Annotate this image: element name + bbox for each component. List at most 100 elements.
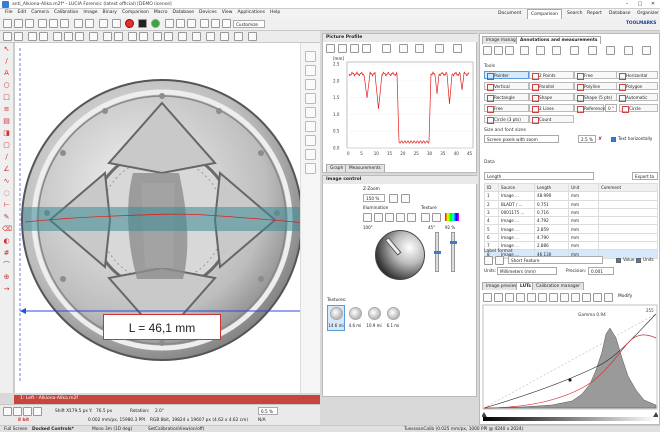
reference-angle-input[interactable]: 0 °	[605, 104, 617, 112]
tab-graph[interactable]: Graph	[326, 164, 348, 172]
circle-tool-icon[interactable]: ○	[2, 81, 11, 90]
tab-measurements[interactable]: Measurements	[345, 164, 385, 172]
filter-tool-icon[interactable]: ◨	[2, 129, 11, 138]
tool-2-lines[interactable]: 2 Lines	[529, 104, 574, 113]
brush-tool-icon[interactable]: ✎	[2, 213, 11, 222]
open-icon[interactable]	[14, 19, 23, 28]
arrow-icon[interactable]	[3, 32, 12, 41]
profile-tool-7-icon[interactable]	[415, 44, 424, 53]
menu-edit[interactable]: Edit	[18, 9, 27, 17]
light-5-icon[interactable]	[407, 213, 416, 222]
menu-calibration[interactable]: Calibration	[54, 9, 78, 17]
tool-shape[interactable]: Shape	[529, 93, 574, 102]
texture-2-icon[interactable]	[432, 213, 441, 222]
compare-icon[interactable]	[211, 19, 220, 28]
menu-database[interactable]: Database	[173, 9, 194, 17]
shift-y-value[interactable]: 76.5 px	[96, 409, 112, 414]
lut-tool-5-icon[interactable]	[527, 293, 536, 302]
tool-parallel[interactable]: Parallel	[529, 82, 574, 91]
tool-reference[interactable]: Reference	[574, 104, 605, 113]
modify-button[interactable]: Modify	[618, 294, 632, 299]
redo-icon[interactable]	[85, 19, 94, 28]
crop-icon[interactable]	[192, 32, 201, 41]
tab-organizer[interactable]: Organizer	[634, 9, 660, 19]
texture-1-icon[interactable]	[421, 213, 430, 222]
paste-icon[interactable]	[60, 19, 69, 28]
customize-dropdown[interactable]: Customize	[233, 20, 265, 28]
tool-shape-5pts[interactable]: Shape (5 pts)	[574, 93, 619, 102]
profile-icon[interactable]	[305, 135, 316, 146]
image-viewport[interactable]: L = 46,1 mm	[14, 43, 320, 393]
undo-icon[interactable]	[74, 19, 83, 28]
label-size-icon[interactable]	[495, 256, 504, 265]
light-3-icon[interactable]	[385, 213, 394, 222]
lut-tool-2-icon[interactable]	[494, 293, 503, 302]
menu-help[interactable]: Help	[270, 9, 280, 17]
settings-icon[interactable]	[178, 32, 187, 41]
curve-tool-icon[interactable]: ∿	[2, 177, 11, 186]
lut-tool-9-icon[interactable]	[571, 293, 580, 302]
tab-calibration-manager[interactable]: Calibration manager	[532, 282, 585, 290]
minimize-button[interactable]: –	[622, 1, 632, 8]
texture-4-icon[interactable]	[387, 307, 400, 320]
record-icon[interactable]	[125, 19, 134, 28]
tab-database[interactable]: Database	[606, 9, 633, 19]
menu-comparison[interactable]: Comparison	[122, 9, 149, 17]
snapshot-icon[interactable]	[248, 32, 257, 41]
overlay-icon[interactable]	[114, 32, 123, 41]
tool-free[interactable]: Free	[574, 71, 619, 80]
text-tool-icon[interactable]	[234, 32, 243, 41]
frame-tool-icon[interactable]: ▢	[2, 141, 11, 150]
status-icon-4[interactable]	[33, 407, 42, 416]
angle-tool-icon[interactable]: ∠	[2, 165, 11, 174]
lut-tool-8-icon[interactable]	[560, 293, 569, 302]
table-row[interactable]: 3 0001175 ... 0.716 mm	[484, 207, 658, 218]
texture-3-icon[interactable]	[368, 307, 381, 320]
profile-tool-2-icon[interactable]	[338, 44, 347, 53]
tab-document[interactable]: Document	[495, 9, 524, 19]
maximize-button[interactable]: □	[635, 1, 645, 8]
zoom-in-icon[interactable]	[28, 32, 37, 41]
label-pen-icon[interactable]	[484, 256, 493, 265]
color-palette-icon[interactable]	[445, 213, 459, 221]
arrow-tool-icon[interactable]: →	[2, 285, 11, 294]
col-id[interactable]: ID	[484, 182, 499, 193]
docked-controls-button[interactable]: Docked Controls*	[32, 427, 74, 432]
elevation-slider[interactable]	[434, 232, 441, 272]
ann-tool-9-icon[interactable]	[606, 46, 615, 55]
menu-file[interactable]: File	[5, 9, 13, 17]
copy-icon[interactable]	[49, 19, 58, 28]
ann-tool-10-icon[interactable]	[624, 46, 633, 55]
col-comment[interactable]: Comment	[598, 182, 658, 193]
fullscreen-button[interactable]: Full Screen	[4, 427, 28, 432]
polyline-tool-icon[interactable]: ⌒	[2, 261, 11, 270]
pan-icon[interactable]	[305, 79, 316, 90]
line-tool-icon[interactable]: ∕	[2, 153, 11, 162]
text-horiz-checkbox[interactable]	[611, 137, 616, 142]
font-icon[interactable]: ✘	[598, 136, 602, 142]
lut-tool-4-icon[interactable]	[516, 293, 525, 302]
measurement-table[interactable]: ID Source Length Unit Comment 1 Image ...…	[484, 182, 658, 259]
menu-applications[interactable]: Applications	[237, 9, 265, 17]
measure-icon[interactable]	[305, 107, 316, 118]
ann-tool-11-icon[interactable]	[642, 46, 651, 55]
col-unit[interactable]: Unit	[568, 182, 599, 193]
tool-2-points[interactable]: 2 Points	[529, 71, 574, 80]
zzoom-down-icon[interactable]	[401, 194, 410, 203]
measurement-label[interactable]: L = 46,1 mm	[103, 314, 221, 340]
zzoom-up-icon[interactable]	[389, 194, 398, 203]
layout-1-icon[interactable]	[53, 32, 62, 41]
ann-tool-4-icon[interactable]	[520, 46, 529, 55]
value-checkbox[interactable]	[616, 258, 621, 263]
layout-3-icon[interactable]	[75, 32, 84, 41]
tab-annotations[interactable]: Annotations and measurements	[516, 36, 602, 44]
rect-tool-icon[interactable]: □	[2, 93, 11, 102]
light-2-icon[interactable]	[374, 213, 383, 222]
ann-tool-8-icon[interactable]	[588, 46, 597, 55]
tool-count[interactable]: Count	[529, 115, 574, 124]
profile-tool-9-icon[interactable]	[453, 44, 462, 53]
intensity-slider[interactable]	[450, 232, 457, 272]
texture-1-icon[interactable]	[330, 307, 343, 320]
print-icon[interactable]	[38, 19, 47, 28]
save-icon[interactable]	[25, 19, 34, 28]
